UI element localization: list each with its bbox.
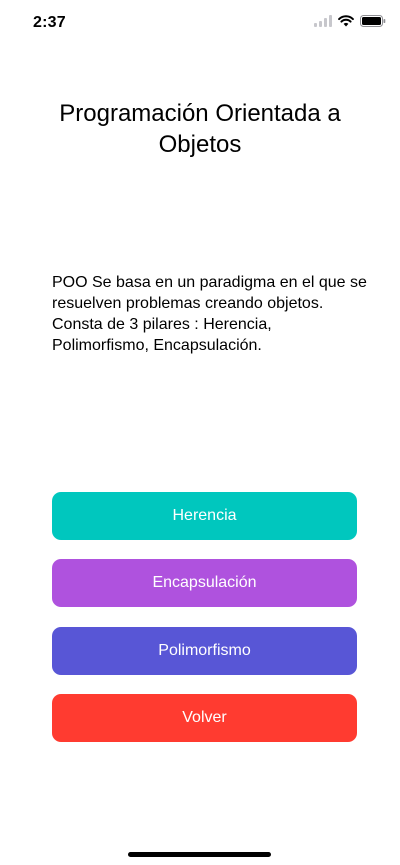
encapsulacion-button[interactable]: Encapsulación <box>52 559 357 607</box>
page-title: Programación Orientada a Objetos <box>59 100 341 158</box>
volver-button[interactable]: Volver <box>52 694 357 742</box>
description-text: POO Se basa en un paradigma en el que se… <box>52 274 367 354</box>
status-time: 2:37 <box>33 14 66 31</box>
battery-icon <box>360 15 386 27</box>
status-bar: 2:37 <box>0 0 400 46</box>
polimorfismo-button[interactable]: Polimorfismo <box>52 627 357 675</box>
home-indicator[interactable] <box>128 852 271 857</box>
herencia-button[interactable]: Herencia <box>52 492 357 540</box>
status-icons <box>314 15 386 27</box>
wifi-icon <box>338 15 354 27</box>
cellular-signal-icon <box>314 15 332 27</box>
